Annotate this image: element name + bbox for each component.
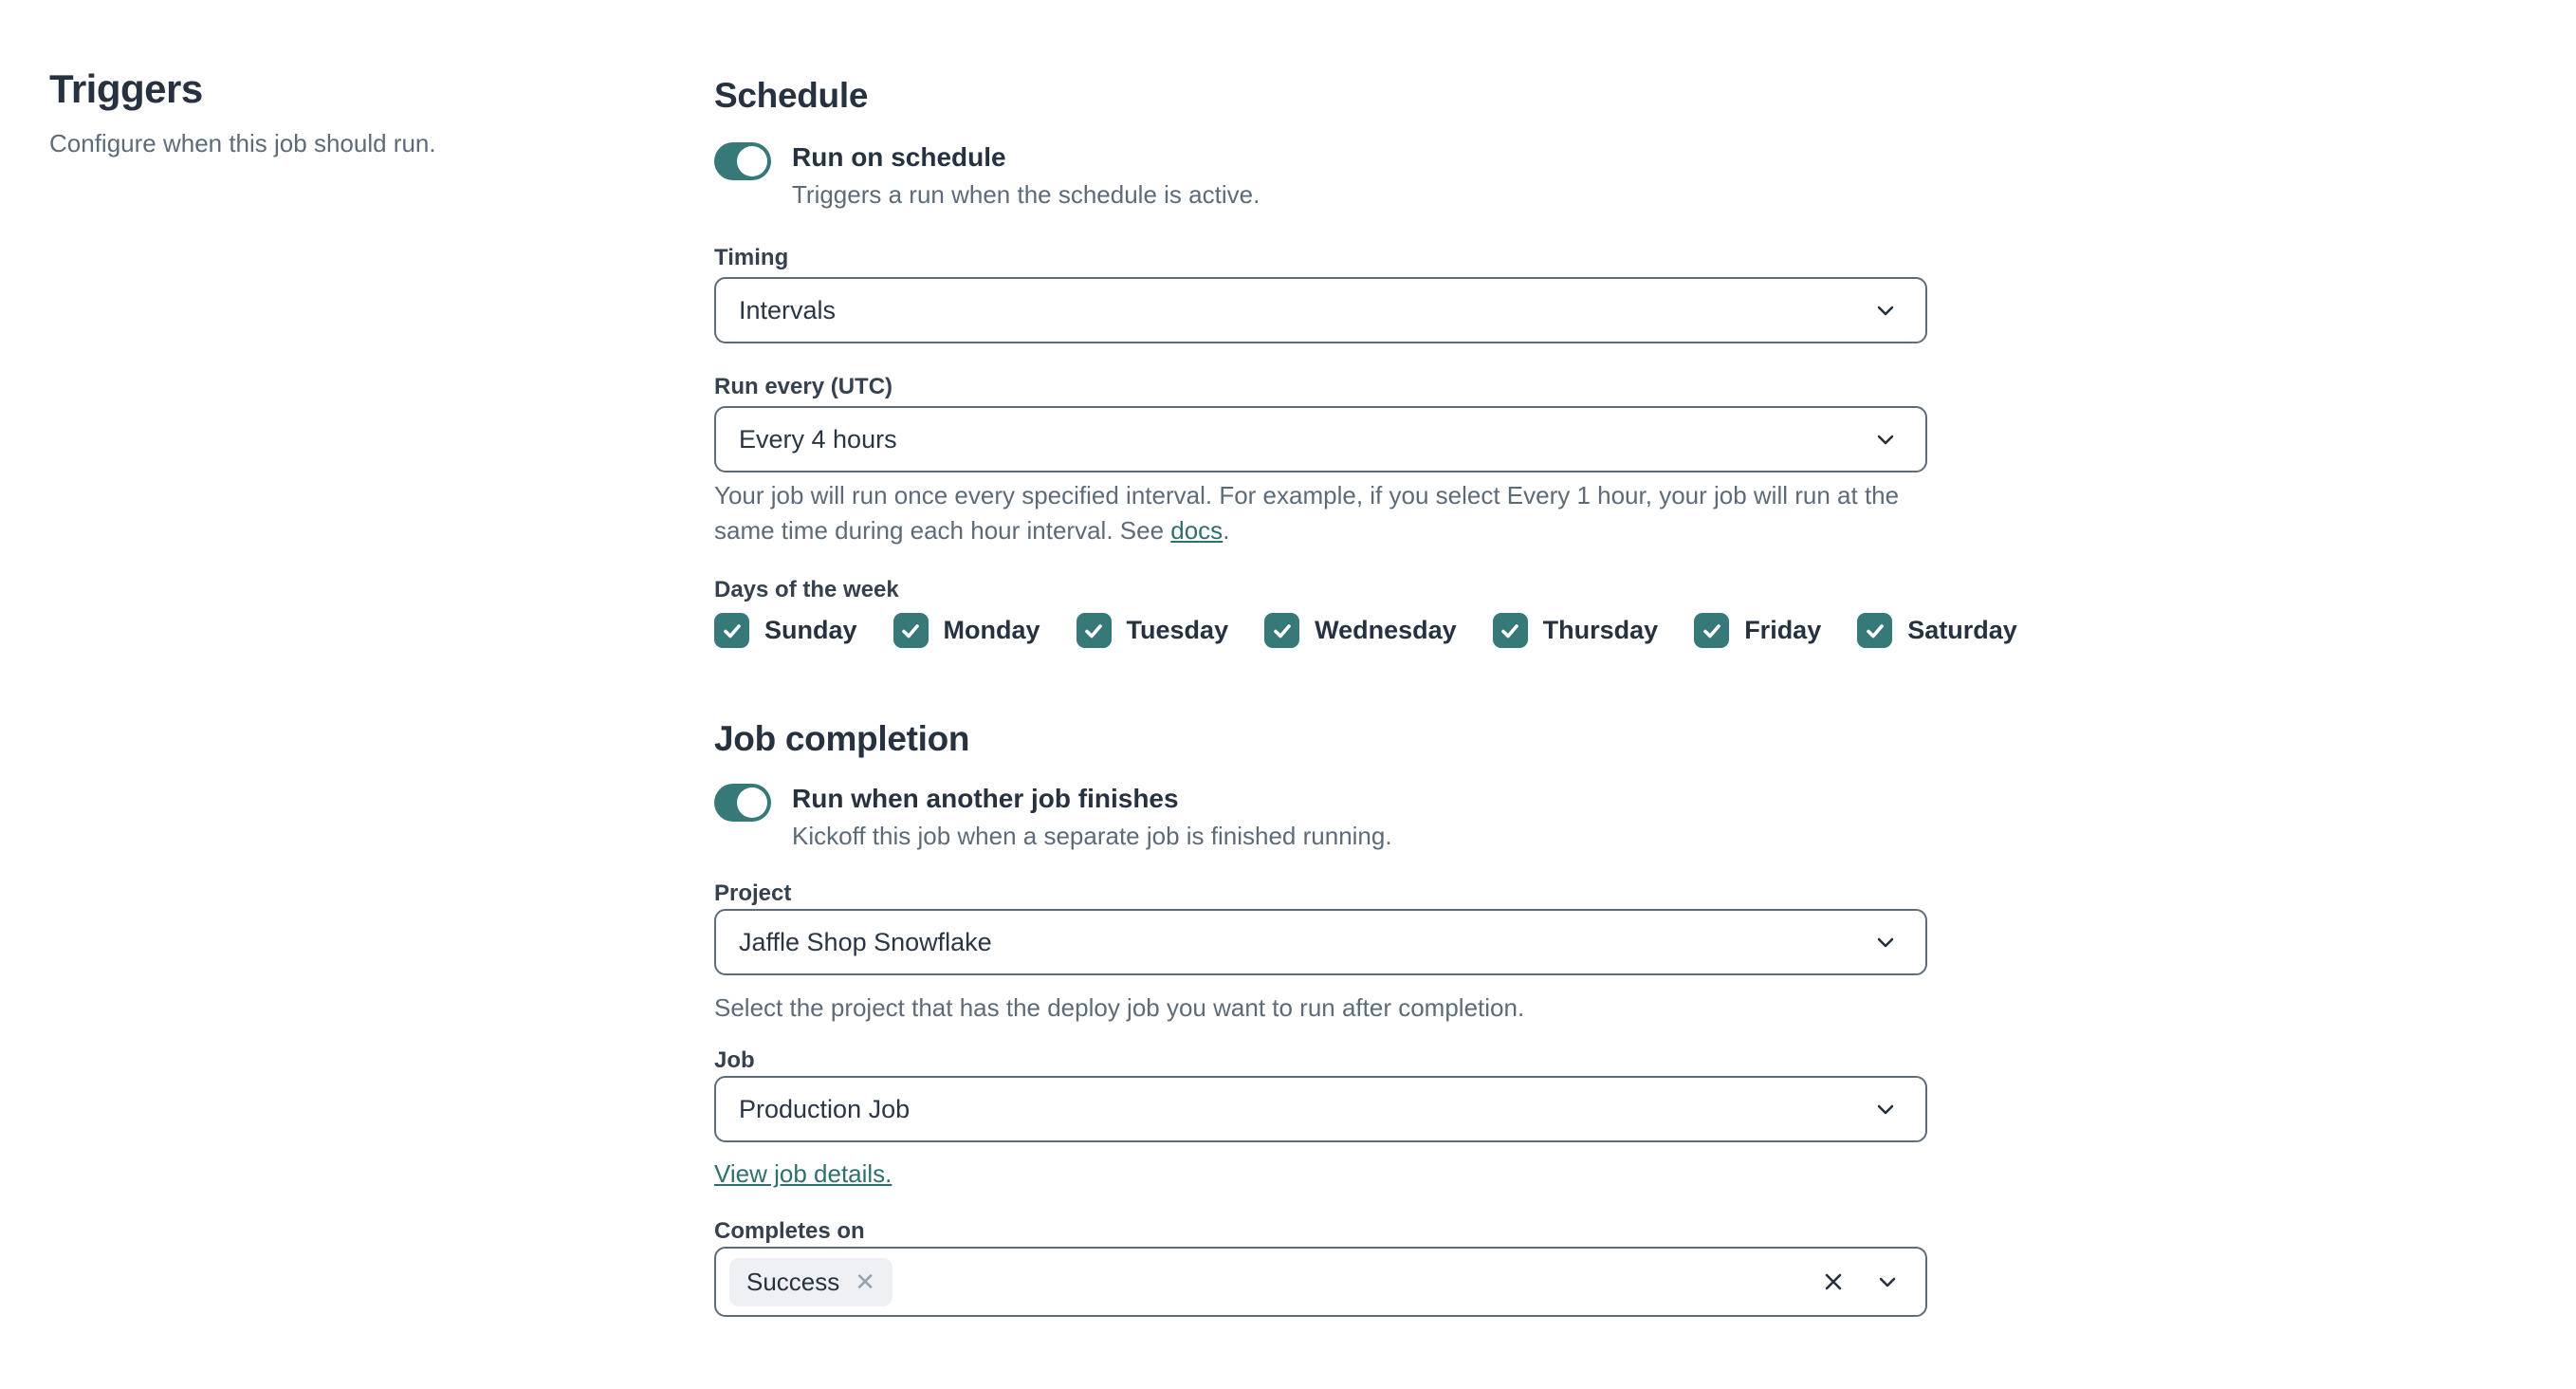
run-when-job-finishes-row: Run when another job finishes Kickoff th… (714, 784, 1392, 851)
checkbox-checked-icon (1694, 613, 1730, 648)
chip-label: Success (746, 1267, 840, 1296)
day-label: Sunday (764, 616, 857, 644)
day-checkbox-tuesday[interactable]: Tuesday (1076, 613, 1229, 648)
day-label: Monday (943, 616, 1040, 644)
page-title: Triggers (49, 66, 203, 111)
day-checkbox-saturday[interactable]: Saturday (1857, 613, 2017, 648)
day-checkbox-wednesday[interactable]: Wednesday (1264, 613, 1457, 648)
run-on-schedule-label: Run on schedule (792, 142, 1006, 172)
run-every-help-text: Your job will run once every specified i… (714, 478, 1921, 548)
checkbox-checked-icon (1857, 613, 1893, 648)
run-every-select[interactable]: Every 4 hours (714, 406, 1927, 472)
triggers-section-intro: Triggers Configure when this job should … (49, 66, 580, 158)
project-selected-value: Jaffle Shop Snowflake (739, 927, 992, 956)
completes-on-label: Completes on (714, 1218, 865, 1244)
chevron-down-icon (1877, 1104, 1894, 1115)
toggle-knob (737, 787, 767, 818)
view-job-details-link[interactable]: View job details. (714, 1159, 892, 1189)
run-when-job-finishes-toggle[interactable] (714, 784, 771, 822)
day-label: Thursday (1542, 616, 1659, 644)
run-when-job-finishes-label: Run when another job finishes (792, 784, 1179, 813)
project-label: Project (714, 880, 792, 906)
checkbox-checked-icon (892, 613, 929, 648)
checkbox-checked-icon (1264, 613, 1300, 648)
run-every-selected-value: Every 4 hours (739, 424, 897, 454)
page-subtitle: Configure when this job should run. (49, 129, 436, 157)
chip-remove-icon[interactable]: ✕ (855, 1269, 875, 1294)
job-selected-value: Production Job (739, 1094, 911, 1123)
run-on-schedule-texts: Run on schedule Triggers a run when the … (792, 142, 1260, 210)
run-when-job-finishes-description: Kickoff this job when a separate job is … (792, 822, 1392, 851)
checkbox-checked-icon (1492, 613, 1528, 648)
day-checkbox-sunday[interactable]: Sunday (714, 613, 857, 648)
checkbox-checked-icon (1076, 613, 1112, 648)
day-checkbox-thursday[interactable]: Thursday (1492, 613, 1659, 648)
days-of-week-group: Sunday Monday Tuesday Wednesday Thursday… (714, 613, 2017, 648)
day-checkbox-monday[interactable]: Monday (892, 613, 1040, 648)
days-of-week-label: Days of the week (714, 577, 899, 602)
job-select[interactable]: Production Job (714, 1076, 1927, 1142)
completes-on-multiselect[interactable]: Success ✕ (714, 1247, 1927, 1317)
docs-link[interactable]: docs (1170, 516, 1223, 545)
timing-label: Timing (714, 245, 789, 270)
job-completion-heading: Job completion (714, 719, 970, 758)
timing-select[interactable]: Intervals (714, 277, 1927, 343)
run-on-schedule-row: Run on schedule Triggers a run when the … (714, 142, 1260, 210)
triggers-settings-page: Triggers Configure when this job should … (0, 0, 2576, 1389)
project-help-text: Select the project that has the deploy j… (714, 993, 1525, 1022)
timing-selected-value: Intervals (739, 295, 837, 324)
job-label: Job (714, 1047, 755, 1073)
toggle-knob (737, 146, 767, 176)
chevron-down-icon (1877, 435, 1894, 445)
day-label: Tuesday (1126, 616, 1229, 644)
day-label: Friday (1744, 616, 1822, 644)
chevron-down-icon (1877, 937, 1894, 948)
chevron-down-icon (1877, 306, 1894, 316)
run-every-label: Run every (UTC) (714, 374, 893, 399)
help-text-after: . (1223, 515, 1230, 545)
run-on-schedule-description: Triggers a run when the schedule is acti… (792, 180, 1260, 210)
completes-on-chip-success: Success ✕ (729, 1257, 893, 1306)
schedule-heading: Schedule (714, 76, 869, 115)
checkbox-checked-icon (714, 613, 749, 648)
run-when-job-finishes-texts: Run when another job finishes Kickoff th… (792, 784, 1392, 851)
day-checkbox-friday[interactable]: Friday (1694, 613, 1821, 648)
chevron-down-icon[interactable] (1874, 1269, 1901, 1295)
run-on-schedule-toggle[interactable] (714, 142, 771, 180)
project-select[interactable]: Jaffle Shop Snowflake (714, 909, 1927, 975)
help-text-before: Your job will run once every specified i… (714, 481, 1900, 545)
day-label: Wednesday (1315, 616, 1457, 644)
clear-all-icon[interactable] (1821, 1269, 1846, 1294)
day-label: Saturday (1907, 616, 2017, 644)
